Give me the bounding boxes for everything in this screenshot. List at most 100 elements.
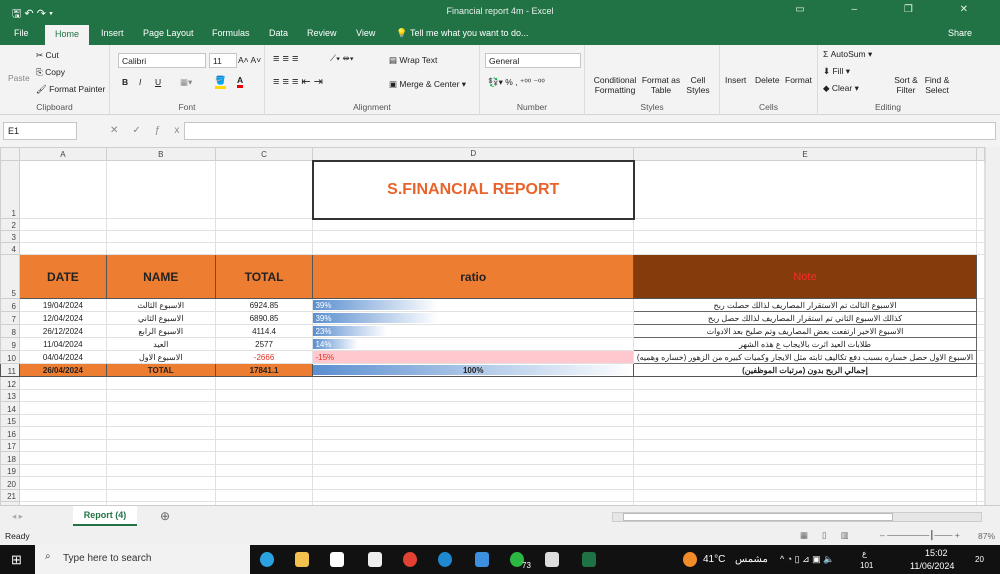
sort-filter-button[interactable]: Sort & Filter (890, 75, 922, 95)
tab-review[interactable]: Review (307, 28, 337, 38)
total-cell[interactable]: 2577 (214, 337, 314, 351)
row-header[interactable]: 13 (0, 388, 20, 402)
vertical-align-icons[interactable]: ≡ ≡ ≡ (273, 53, 298, 65)
cell[interactable] (105, 160, 216, 219)
column-header[interactable]: B (105, 147, 216, 161)
row-header[interactable]: 21 (0, 488, 20, 502)
window-controls[interactable]: ▭ – ❐ ✕ (795, 4, 990, 15)
header-note[interactable]: Note (633, 254, 977, 299)
row-header[interactable]: 3 (0, 230, 20, 243)
row-header[interactable]: 9 (0, 337, 20, 351)
ratio-cell[interactable]: 14% (312, 337, 634, 351)
horizontal-align-icons[interactable]: ≡ ≡ ≡ ⇤ ⇥ (273, 75, 323, 88)
orientation-icon[interactable]: ⟋▾ ⇹▾ (330, 53, 354, 64)
header-ratio[interactable]: ratio (312, 254, 634, 299)
total-cell[interactable]: 4114.4 (214, 324, 314, 338)
row-header[interactable]: 11 (0, 363, 20, 377)
name-cell[interactable]: الاسبوع الثاني (105, 311, 216, 325)
language-indicator[interactable]: ع (862, 549, 867, 558)
date-cell[interactable]: 11/04/2024 (18, 337, 107, 351)
zoom-level[interactable]: 87% (978, 531, 995, 541)
worksheet-grid[interactable]: A B C D E 1 S.FINANCIAL REPORT 2 3 4 5 D… (0, 147, 985, 505)
tab-data[interactable]: Data (269, 28, 288, 38)
number-format-select[interactable]: General (485, 53, 581, 68)
row-header[interactable]: 2 (0, 218, 20, 231)
row-header[interactable]: 14 (0, 401, 20, 415)
row-header[interactable]: 12 (0, 376, 20, 390)
insert-cells-button[interactable]: Insert (725, 75, 746, 85)
name-cell[interactable]: العيد (105, 337, 216, 351)
formula-icons[interactable]: ✕✓ƒx (110, 125, 193, 136)
tab-file[interactable]: File (14, 28, 29, 38)
total-value[interactable]: 17841.1 (214, 363, 314, 377)
clear-button[interactable]: ◆ Clear ▾ (823, 83, 859, 94)
header-date[interactable]: DATE (18, 254, 107, 299)
view-mode-icons[interactable]: ▦▯▥ (800, 530, 863, 541)
notifications-badge[interactable]: 20 (975, 555, 984, 564)
mail-icon[interactable] (475, 552, 489, 567)
vertical-scrollbar[interactable] (985, 147, 1000, 505)
telegram-icon[interactable] (260, 552, 274, 567)
row-header[interactable]: 5 (0, 254, 20, 299)
store-icon[interactable] (330, 552, 344, 567)
total-cell[interactable]: -2666 (214, 350, 314, 364)
autosum-button[interactable]: Σ AutoSum ▾ (823, 49, 872, 60)
row-header[interactable]: 4 (0, 242, 20, 255)
clock-date[interactable]: 11/06/2024 (910, 561, 954, 571)
formula-input[interactable] (184, 122, 996, 140)
report-title[interactable]: S.FINANCIAL REPORT (311, 159, 635, 220)
bold-button[interactable]: B (122, 77, 128, 87)
email-icon[interactable] (545, 552, 559, 567)
row-header[interactable]: 7 (0, 311, 20, 325)
copy-button[interactable]: ⎘ Copy (36, 67, 65, 78)
total-date[interactable]: 26/04/2024 (18, 363, 107, 377)
format-as-table-button[interactable]: Format as Table (641, 75, 681, 95)
tab-formulas[interactable]: Formulas (212, 28, 250, 38)
wrap-text-button[interactable]: ▤ Wrap Text (389, 55, 437, 66)
row-header[interactable]: 8 (0, 324, 20, 338)
note-cell[interactable]: طلابات العيد اثرت بالايجاب ع هذه الشهر (633, 337, 977, 351)
ratio-cell[interactable]: 39% (312, 298, 634, 312)
tab-page-layout[interactable]: Page Layout (143, 28, 194, 38)
paste-button[interactable]: Paste (8, 73, 30, 83)
edge-icon[interactable] (438, 552, 452, 567)
fill-color-icon[interactable]: 🪣 (215, 75, 226, 89)
note-cell[interactable]: الاسبوع الثالث تم الاستقرار المصاريف لذا… (633, 298, 977, 312)
name-cell[interactable]: الاسبوع الرابع (105, 324, 216, 338)
cell-styles-button[interactable]: Cell Styles (681, 75, 715, 95)
row-header[interactable]: 19 (0, 463, 20, 477)
note-cell[interactable]: كذالك الاسبوع الثاني تم استقرار المصاريف… (633, 311, 977, 325)
weather-temp[interactable]: 41°C (703, 554, 725, 565)
find-select-button[interactable]: Find & Select (921, 75, 953, 95)
total-cell[interactable]: 6924.85 (214, 298, 314, 312)
name-cell[interactable]: الاسبوع الاول (105, 350, 216, 364)
grow-shrink-font-icons[interactable]: A˄ A˅ (238, 55, 261, 65)
weather-text[interactable]: مشمس (735, 554, 768, 565)
sheet-nav-arrows[interactable]: ◂ ▸ (12, 511, 23, 522)
name-box[interactable]: E1 (3, 122, 77, 140)
cell[interactable] (633, 160, 977, 219)
conditional-formatting-button[interactable]: Conditional Formatting (590, 75, 640, 95)
fill-button[interactable]: ⬇ Fill ▾ (823, 66, 850, 77)
zoom-slider[interactable]: – ───────┃─── + (880, 530, 960, 541)
total-note[interactable]: إجمالي الربح بدون (مرتبات الموظفين) (633, 363, 977, 377)
format-cells-button[interactable]: Format (785, 75, 812, 85)
chrome-icon[interactable] (403, 552, 417, 567)
note-cell[interactable]: الاسبوع الاول حصل خساره بسبب دفع تكاليف … (633, 350, 977, 364)
delete-cells-button[interactable]: Delete (755, 75, 780, 85)
date-cell[interactable]: 26/12/2024 (18, 324, 107, 338)
column-header[interactable]: E (633, 147, 977, 161)
cut-button[interactable]: ✂ Cut (36, 50, 59, 61)
tell-me-box[interactable]: Tell me what you want to do... (410, 28, 529, 38)
underline-button[interactable]: U (155, 77, 161, 87)
clock-time[interactable]: 15:02 (925, 548, 948, 558)
ratio-cell[interactable]: -15% (312, 350, 634, 364)
cell[interactable] (18, 160, 107, 219)
note-cell[interactable]: الاسبوع الاخير ارتفعت بعض المصاريف وتم ص… (633, 324, 977, 338)
header-total[interactable]: TOTAL (214, 254, 314, 299)
row-header[interactable]: 6 (0, 298, 20, 312)
row-header[interactable]: 16 (0, 426, 20, 440)
row-header[interactable]: 18 (0, 451, 20, 465)
tab-insert[interactable]: Insert (101, 28, 124, 38)
name-cell[interactable]: الاسبوع الثالث (105, 298, 216, 312)
